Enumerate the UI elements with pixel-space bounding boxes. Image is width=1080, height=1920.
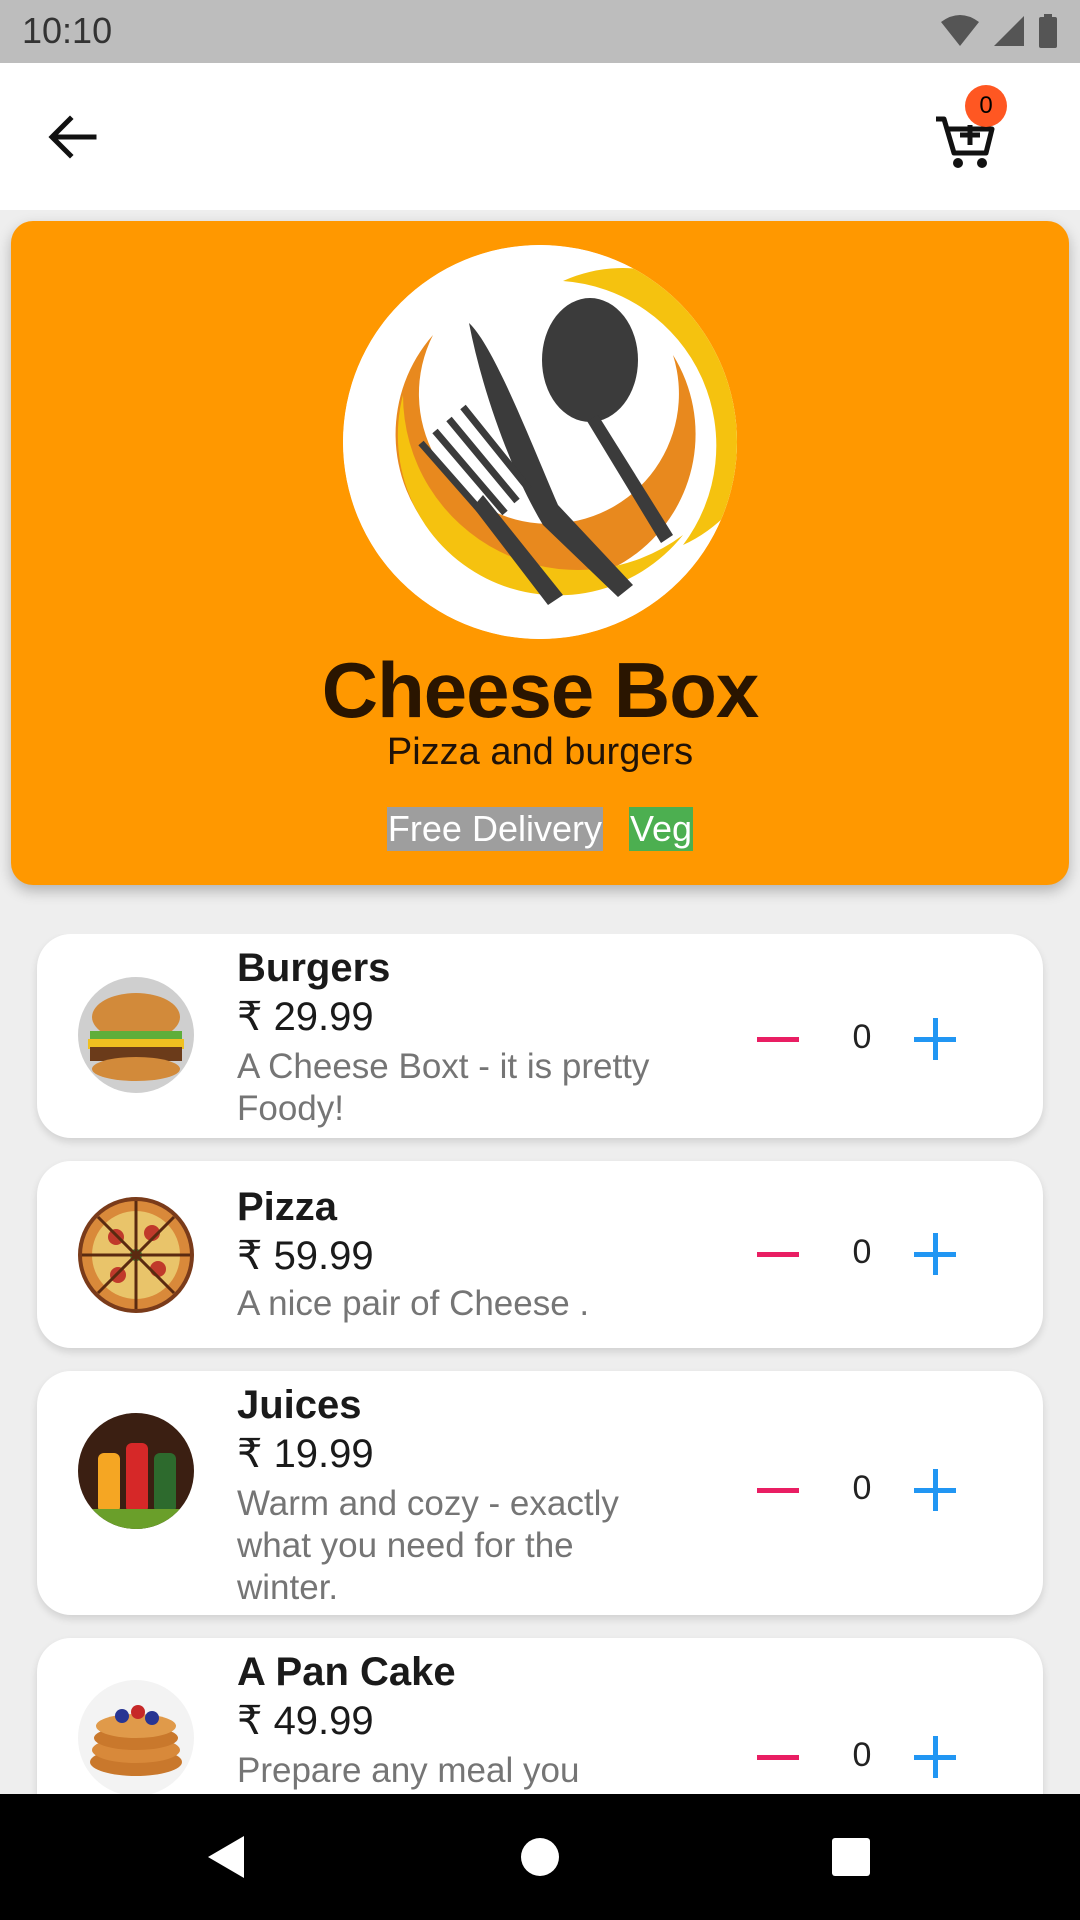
burger-image [78,977,194,1093]
minus-icon [757,1755,799,1760]
menu-item: Pizza ₹ 59.99 A nice pair of Cheese . 0 [37,1161,1043,1348]
decrease-button[interactable] [755,1231,801,1277]
plus-icon [914,1736,956,1778]
increase-button[interactable] [912,1231,958,1277]
nav-home-button[interactable] [520,1832,560,1886]
nav-back-icon [208,1836,244,1878]
decrease-button[interactable] [755,1467,801,1513]
status-icons [940,14,1058,48]
status-time: 10:10 [22,10,113,51]
plus-icon [914,1018,956,1060]
cutlery-logo-icon [343,245,737,639]
app-bar: 0 [0,63,1080,210]
item-price: ₹ 19.99 [237,1432,374,1476]
system-nav-bar [0,1794,1080,1920]
veg-tag: Veg [628,807,694,851]
item-name: A Pan Cake [237,1650,456,1694]
item-description: Prepare any meal you [237,1751,580,1790]
item-description: A Cheese Boxt - it is pretty Foody! [237,1047,650,1128]
minus-icon [757,1488,799,1493]
nav-recents-icon [832,1838,870,1876]
increase-button[interactable] [912,1734,958,1780]
restaurant-logo [343,245,737,639]
cart-badge: 0 [965,85,1007,127]
minus-icon [757,1037,799,1042]
item-description: A nice pair of Cheese . [237,1284,590,1323]
decrease-button[interactable] [755,1734,801,1780]
status-bar: 10:10 [0,0,1080,63]
nav-back-button[interactable] [204,1832,248,1886]
nav-recents-button[interactable] [830,1832,872,1886]
item-quantity: 0 [852,1233,872,1271]
restaurant-tags: Free Delivery Veg [11,807,1069,851]
signal-icon [994,16,1024,46]
item-price: ₹ 29.99 [237,995,374,1039]
menu-list[interactable]: Burgers ₹ 29.99 A Cheese Boxt - it is pr… [0,934,1080,1794]
restaurant-tagline: Pizza and burgers [386,731,694,773]
plus-icon [914,1469,956,1511]
menu-item: Burgers ₹ 29.99 A Cheese Boxt - it is pr… [37,934,1043,1138]
decrease-button[interactable] [755,1016,801,1062]
item-price: ₹ 49.99 [237,1699,374,1743]
menu-item: Juices ₹ 19.99 Warm and cozy - exactly w… [37,1371,1043,1615]
battery-icon [1039,14,1057,48]
free-delivery-tag: Free Delivery [386,807,603,851]
item-quantity: 0 [852,1736,872,1774]
item-description: Warm and cozy - exactly what you need fo… [237,1484,619,1607]
juice-image [78,1413,194,1529]
arrow-back-icon [48,115,97,159]
wifi-icon [941,15,979,46]
item-name: Burgers [237,946,391,990]
item-name: Juices [237,1383,362,1427]
menu-item: A Pan Cake ₹ 49.99 Prepare any meal you … [37,1638,1043,1794]
nav-home-icon [521,1838,559,1876]
pancake-image [78,1680,194,1794]
minus-icon [757,1252,799,1257]
plus-icon [914,1233,956,1275]
increase-button[interactable] [912,1016,958,1062]
item-quantity: 0 [852,1018,872,1056]
restaurant-header: Cheese Box Pizza and burgers Free Delive… [11,221,1069,885]
increase-button[interactable] [912,1467,958,1513]
item-name: Pizza [237,1185,338,1229]
item-quantity: 0 [852,1469,872,1507]
item-price: ₹ 59.99 [237,1234,374,1278]
pizza-image [78,1197,194,1313]
back-button[interactable] [44,111,104,163]
restaurant-name: Cheese Box [321,646,760,734]
